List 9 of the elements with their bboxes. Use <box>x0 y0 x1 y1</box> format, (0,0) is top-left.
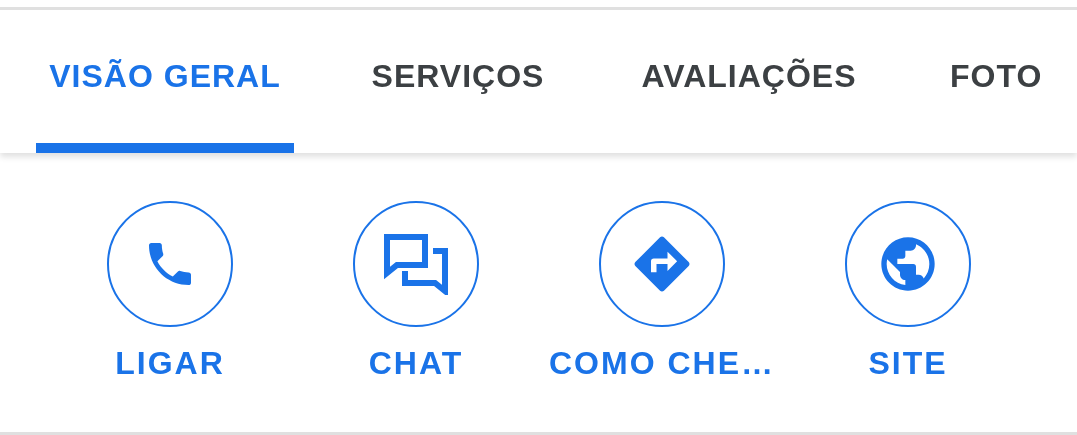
chat-bubbles-icon <box>383 233 449 295</box>
action-label: LIGAR <box>115 345 225 382</box>
tab[interactable]: AVALIAÇÕES <box>636 10 862 153</box>
tab[interactable]: SERVIÇOS <box>366 10 550 153</box>
tab[interactable]: VISÃO GERAL <box>36 10 294 153</box>
action-label: SITE <box>868 345 948 382</box>
action-label: CHAT <box>368 345 464 382</box>
action-label: COMO CHE… <box>549 345 775 382</box>
tab[interactable]: FOTO <box>950 10 1070 153</box>
